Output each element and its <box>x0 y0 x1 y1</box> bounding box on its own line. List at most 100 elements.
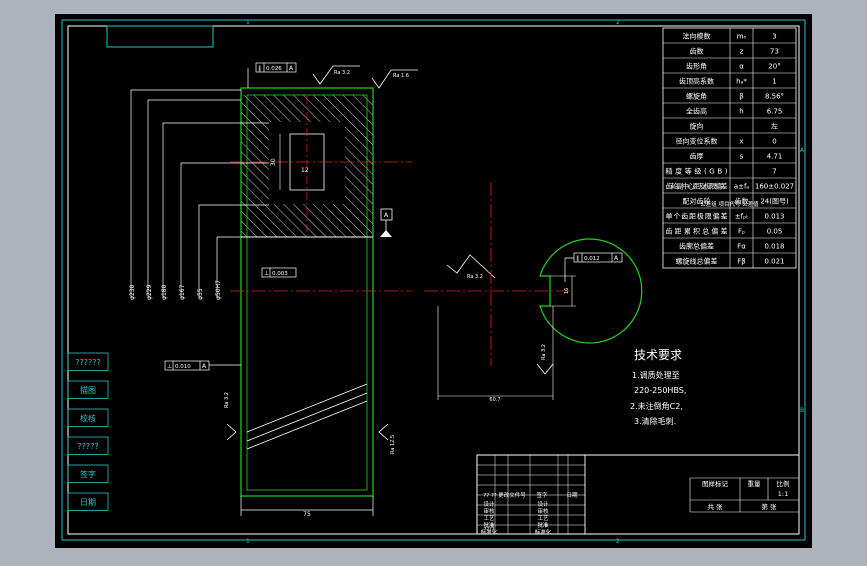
param-cell: 8.56° <box>765 93 784 101</box>
svg-text:∥: ∥ <box>258 65 261 72</box>
signer-label: 审核 <box>483 507 495 515</box>
title-block-code: ???? <box>484 527 495 533</box>
param-cell: s <box>740 153 744 161</box>
title-block-cell: 图样标记 <box>702 479 729 488</box>
param-cell: 全齿高 <box>686 107 707 116</box>
zone-mark-4: 2 <box>616 538 620 545</box>
dim-d230: φ230 <box>129 284 136 300</box>
left-strip-label: ????? <box>77 442 98 451</box>
param-cell: 齿数 <box>690 47 704 56</box>
param-cell: 6.75 <box>767 108 783 116</box>
dim-width: 75 <box>303 511 311 518</box>
signer-label-col2: 标准化 <box>535 528 552 536</box>
param-cell: ±fₚₜ <box>735 213 748 221</box>
title-block-cell: 重量 <box>748 480 762 488</box>
param-cell: 齿厚 <box>690 153 704 161</box>
param-cell: 单个齿距极限偏差 <box>666 212 728 221</box>
param-cell: Fβ <box>737 258 746 266</box>
param-cell: 左 <box>771 122 778 131</box>
param-cell: 0 <box>772 138 776 146</box>
param-table-extra: 公差组 项目代号 公差值 <box>700 200 759 208</box>
signer-label-col2: 工艺 <box>537 515 549 522</box>
zone-mark-3: 1 <box>246 538 250 545</box>
param-cell: 齿廓总偏差 <box>679 242 714 251</box>
param-cell: x <box>739 138 743 146</box>
param-cell: 径向变位系数 <box>676 137 718 146</box>
dim-key-width: 12 <box>301 167 309 174</box>
tech-req-title: 技术要求 <box>634 348 682 362</box>
svg-text:0.010: 0.010 <box>175 364 191 370</box>
param-cell: 0.021 <box>764 258 784 266</box>
param-cell: mₙ <box>737 33 747 41</box>
param-cell: 20° <box>768 63 780 71</box>
param-cell: 齿形角 <box>686 62 707 71</box>
signer-label-col2: 设计 <box>537 500 549 508</box>
title-block-cell: 1:1 <box>778 490 788 498</box>
svg-text:0.026: 0.026 <box>266 66 282 72</box>
param-cell: 0.013 <box>764 213 784 221</box>
param-cell: 螺旋线总偏差 <box>676 257 718 266</box>
svg-text:Ra 3.2: Ra 3.2 <box>224 392 230 408</box>
param-cell: β <box>739 93 743 101</box>
left-strip-label: 校核 <box>80 413 96 423</box>
dim-d229: φ229 <box>146 284 153 300</box>
signer-label: 工艺 <box>483 515 495 522</box>
tech-req-line-4: 3.清除毛刺. <box>634 416 676 426</box>
param-cell: z <box>740 48 744 56</box>
svg-text:0.003: 0.003 <box>272 271 288 277</box>
svg-text:⊥: ⊥ <box>264 270 269 277</box>
title-block-cell: 比例 <box>777 479 790 488</box>
param-cell: 1 <box>772 78 776 86</box>
param-cell: 齿轮副中心距及极限偏差 <box>666 182 728 191</box>
dim-keyway-depth: 16 <box>564 288 570 294</box>
zone-mark-b: B <box>800 407 804 414</box>
param-cell: h <box>739 108 743 116</box>
param-cell: a±fₐ <box>734 183 750 191</box>
param-cell: 4.71 <box>767 153 783 161</box>
dim-hub: 30 <box>270 158 277 166</box>
zone-mark-2: 2 <box>616 19 620 26</box>
signer-label-col2: 审核 <box>537 507 549 515</box>
svg-text:∥: ∥ <box>576 255 579 262</box>
param-cell: 160±0.027 <box>755 183 794 191</box>
svg-text:Ra 3.2: Ra 3.2 <box>541 344 547 360</box>
svg-text:Ra 1.6: Ra 1.6 <box>393 73 409 79</box>
param-cell: 7 <box>772 168 776 176</box>
signer-label: 设计 <box>483 500 495 508</box>
tech-req-line-1: 1.调质处理至 <box>632 370 680 380</box>
param-cell: 旋向 <box>690 122 704 131</box>
dim-d50h7: φ50H7 <box>215 280 222 300</box>
param-cell: hₐ* <box>736 78 747 86</box>
left-strip-label: 描图 <box>80 385 96 395</box>
zone-mark-1: 1 <box>246 19 250 26</box>
param-cell: 齿距累积总偏差 <box>666 227 728 236</box>
param-cell: 73 <box>770 48 779 56</box>
left-strip-label: 日期 <box>80 498 96 507</box>
svg-text:0.012: 0.012 <box>584 256 600 262</box>
left-strip-label: 签字 <box>80 469 96 479</box>
param-cell: 螺旋角 <box>686 92 707 101</box>
cad-viewport[interactable]: 1 2 1 2 A B φ230 φ229 φ180 φ167 φ55 φ50H… <box>0 0 867 562</box>
svg-text:Ra 3.2: Ra 3.2 <box>334 70 350 76</box>
title-block-cell: 共 张 <box>707 502 723 511</box>
param-cell: 0.018 <box>764 243 784 251</box>
param-cell: 0.05 <box>767 228 783 236</box>
signer-label-col2: 批准 <box>537 521 549 529</box>
dim-d180: φ180 <box>161 284 168 300</box>
revision-label: 日期 <box>566 492 578 499</box>
dim-d55: φ55 <box>197 288 204 300</box>
tech-req-line-3: 2.未注倒角C2, <box>630 401 683 411</box>
revision-label: 更改文件号 <box>498 491 526 499</box>
param-cell: 齿顶高系数 <box>679 77 714 86</box>
svg-text:⊥: ⊥ <box>167 363 172 370</box>
gear-drawing: 1 2 1 2 A B φ230 φ229 φ180 φ167 φ55 φ50H… <box>55 14 812 548</box>
param-cell: Fα <box>737 243 746 251</box>
param-cell: 24(图号) <box>760 198 789 206</box>
revision-label: ?? ?? <box>483 493 497 499</box>
param-cell: Fₚ <box>738 228 745 236</box>
revision-label: 签字 <box>536 491 548 499</box>
param-cell: α <box>739 63 744 71</box>
svg-text:Ra 12.5: Ra 12.5 <box>390 435 396 454</box>
dim-section-depth: 60.7 <box>489 397 500 403</box>
svg-text:Ra 3.2: Ra 3.2 <box>467 274 483 280</box>
